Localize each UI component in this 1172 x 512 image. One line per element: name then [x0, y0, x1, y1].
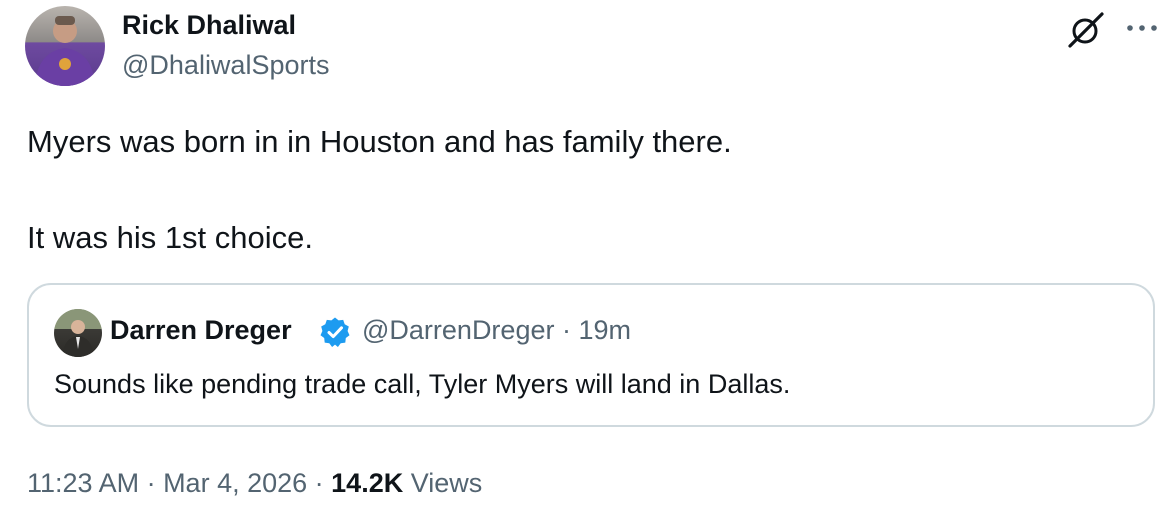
views-count: 14.2K [331, 468, 404, 498]
quoted-tweet-card[interactable]: Darren Dreger @DarrenDreger · 19m Sounds… [27, 283, 1155, 427]
quoted-author-avatar[interactable] [54, 309, 102, 357]
tweet-timestamp[interactable]: 11:23 AM · Mar 4, 2026 · [27, 468, 331, 498]
quoted-author-name[interactable]: Darren Dreger [110, 315, 292, 346]
quoted-handle-time[interactable]: @DarrenDreger · 19m [362, 315, 631, 346]
tweet-meta: 11:23 AM · Mar 4, 2026 · 14.2K Views [27, 468, 482, 499]
verified-badge-icon [320, 317, 350, 347]
tweet-text-line-2: It was his 1st choice. [27, 220, 314, 255]
more-icon[interactable] [1124, 18, 1160, 38]
author-name[interactable]: Rick Dhaliwal [122, 10, 296, 41]
grok-icon[interactable] [1066, 10, 1106, 50]
author-handle[interactable]: @DhaliwalSports [122, 50, 329, 81]
author-avatar[interactable] [25, 6, 105, 86]
tweet-text-line-1: Myers was born in in Houston and has fam… [27, 124, 732, 159]
quoted-tweet-text: Sounds like pending trade call, Tyler My… [54, 369, 791, 399]
views-label: Views [403, 468, 483, 498]
